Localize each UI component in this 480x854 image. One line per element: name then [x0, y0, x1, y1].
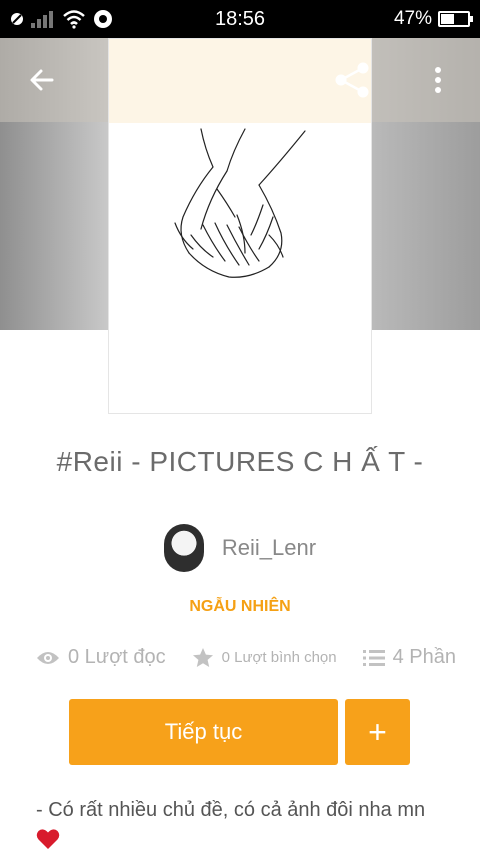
battery-fill [441, 14, 455, 24]
continue-reading-button[interactable]: Tiếp tục [69, 699, 338, 765]
parts-stat: 4 Phần [362, 646, 456, 669]
star-icon [192, 647, 213, 667]
action-buttons: Tiếp tục + [69, 699, 410, 765]
add-to-library-button[interactable]: + [345, 699, 410, 765]
battery-icon [438, 11, 473, 27]
reads-stat: 0 Lượt đọc [36, 646, 166, 669]
status-time: 18:56 [214, 8, 266, 30]
story-detail-screen: 18:56 47% #Reii - PICTURES C H Ấ T - Rei… [0, 0, 480, 854]
reads-count: 0 Lượt đọc [68, 646, 166, 668]
parts-count: 4 Phần [392, 646, 456, 668]
share-icon [335, 62, 369, 98]
arrow-left-icon [30, 69, 54, 91]
list-icon [362, 649, 385, 666]
more-vertical-icon [435, 67, 441, 93]
status-bar: 18:56 47% [0, 0, 480, 38]
author-name[interactable]: Reii_Lenr [222, 535, 316, 561]
story-title: #Reii - PICTURES C H Ấ T - [56, 446, 424, 477]
author-row[interactable]: Reii_Lenr [0, 524, 480, 572]
author-avatar[interactable] [163, 524, 204, 572]
more-options-button[interactable] [416, 58, 460, 102]
description-text: - Có rất nhiều chủ đề, có cả ảnh đôi nha… [36, 799, 426, 821]
back-button[interactable] [20, 58, 64, 102]
heart-icon [36, 829, 60, 849]
votes-stat: 0 Lượt bình chọn [192, 647, 337, 669]
story-stats: 0 Lượt đọc 0 Lượt bình chọn 4 Phần [36, 646, 456, 669]
story-description: - Có rất nhiều chủ đề, có cả ảnh đôi nha… [36, 796, 456, 850]
toolbar-actions [330, 58, 460, 102]
share-button[interactable] [330, 58, 374, 102]
eye-icon [37, 651, 59, 664]
top-toolbar [0, 38, 480, 122]
votes-count: 0 Lượt bình chọn [221, 649, 337, 666]
story-category[interactable]: NGẪU NHIÊN [0, 598, 480, 616]
